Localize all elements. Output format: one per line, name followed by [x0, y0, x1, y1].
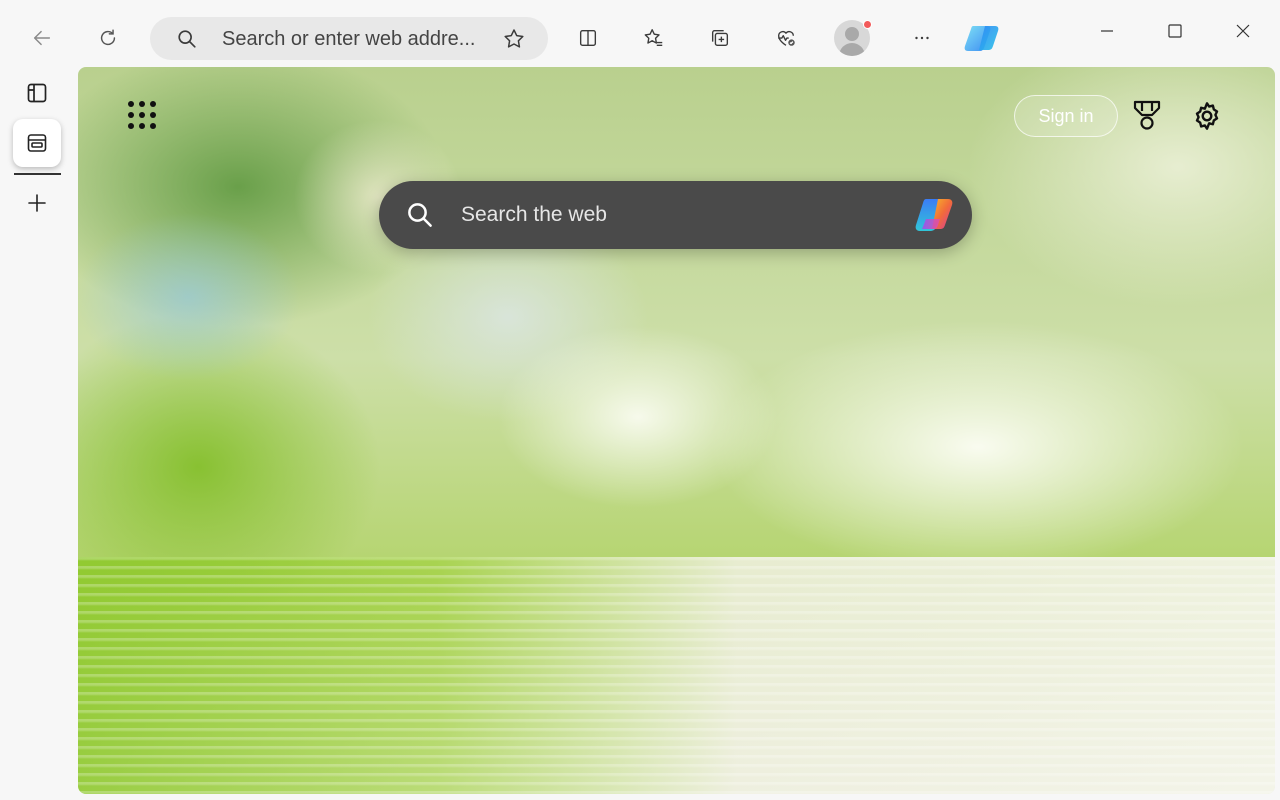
split-screen-icon — [579, 29, 597, 47]
browser-essentials-icon — [777, 30, 795, 46]
collections-button[interactable] — [700, 18, 740, 58]
copilot-icon — [964, 26, 999, 51]
search-placeholder[interactable]: Search the web — [461, 203, 607, 227]
page-settings-gear-icon[interactable] — [1191, 100, 1223, 132]
maximize-button[interactable] — [1152, 14, 1198, 48]
back-arrow-icon — [33, 30, 51, 46]
address-bar-placeholder[interactable]: Search or enter web addre... — [222, 28, 475, 51]
minimize-button[interactable] — [1084, 14, 1130, 48]
app-launcher-icon[interactable] — [128, 101, 158, 131]
tab-actions-icon — [27, 83, 47, 103]
minimize-icon — [1101, 30, 1113, 32]
copilot-button[interactable] — [963, 18, 1003, 58]
split-screen-button[interactable] — [568, 18, 608, 58]
address-bar[interactable]: Search or enter web addre... — [150, 17, 548, 60]
more-menu-button[interactable] — [902, 18, 942, 58]
new-tab-page-icon — [27, 134, 47, 152]
new-tab-page-tab[interactable] — [13, 119, 61, 167]
more-menu-icon — [915, 36, 929, 40]
collections-icon — [711, 29, 729, 47]
refresh-button[interactable] — [88, 18, 128, 58]
favorites-icon — [644, 29, 663, 47]
search-icon — [408, 203, 432, 227]
favorites-button[interactable] — [634, 18, 674, 58]
maximize-icon — [1168, 24, 1182, 38]
add-tab-icon — [28, 194, 46, 212]
sign-in-button[interactable]: Sign in — [1014, 95, 1118, 137]
vertical-tabs-sidebar — [0, 68, 76, 800]
web-search-box[interactable]: Search the web — [379, 181, 972, 249]
background-water-reflection — [78, 557, 1275, 794]
close-button[interactable] — [1220, 14, 1266, 48]
rewards-trophy-icon[interactable] — [1130, 98, 1164, 132]
tab-actions-button[interactable] — [13, 69, 61, 117]
browser-toolbar: Search or enter web addre... — [0, 0, 1280, 68]
refresh-icon — [100, 29, 116, 46]
browser-essentials-button[interactable] — [766, 18, 806, 58]
sidebar-divider — [14, 173, 61, 175]
search-icon — [178, 30, 196, 48]
add-favorite-star-icon[interactable] — [502, 27, 526, 51]
add-tab-button[interactable] — [13, 179, 61, 227]
copilot-icon[interactable] — [912, 195, 960, 235]
profile-notification-badge — [863, 20, 872, 29]
back-button[interactable] — [22, 18, 62, 58]
close-icon — [1236, 24, 1250, 38]
new-tab-page: Sign in Search the web — [78, 67, 1275, 794]
